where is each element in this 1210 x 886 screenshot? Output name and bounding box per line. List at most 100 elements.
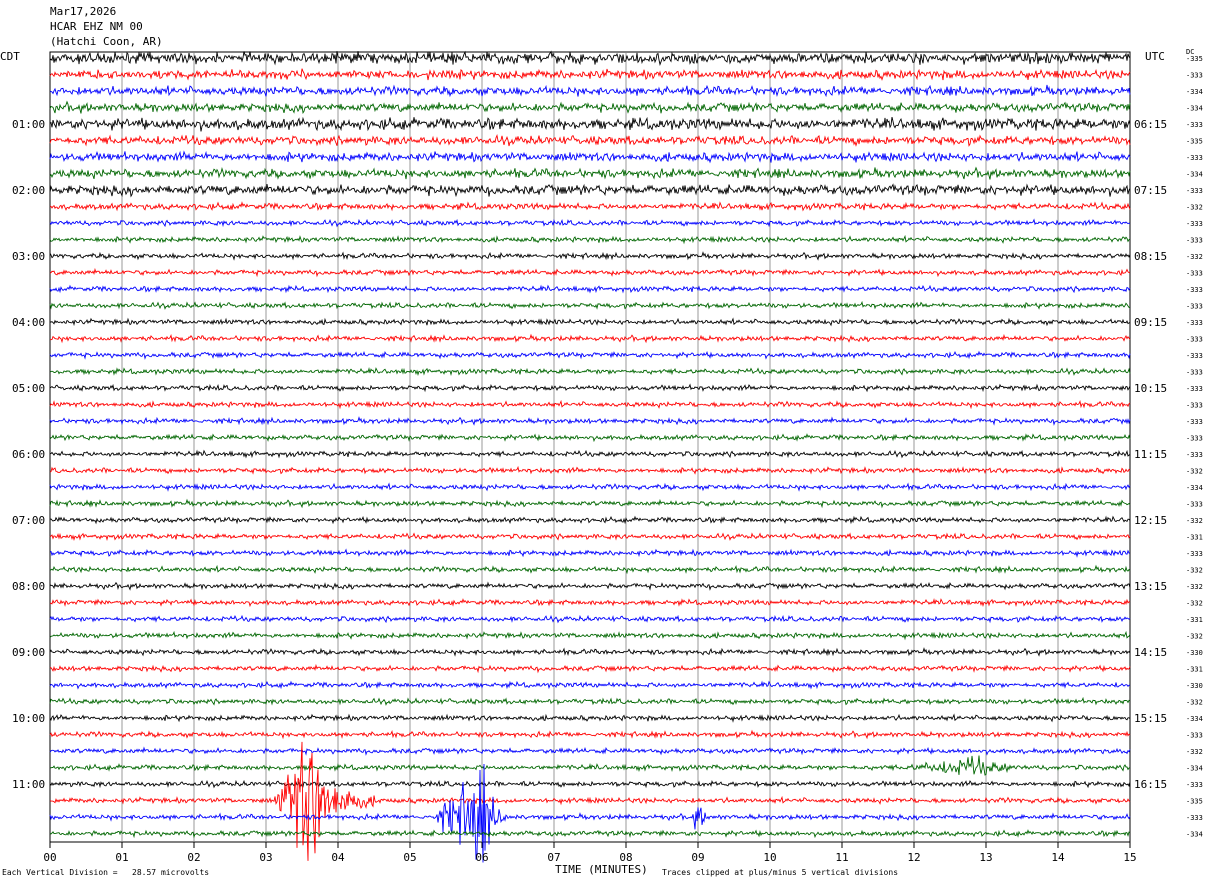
dc-offset-label: -334 — [1186, 715, 1203, 723]
right-hour-label: 09:15 — [1134, 316, 1167, 329]
seismic-trace — [49, 449, 1131, 459]
left-hour-label: 05:00 — [12, 382, 45, 395]
dc-offset-label: -334 — [1186, 105, 1203, 113]
seismic-trace — [49, 84, 1131, 98]
dc-offset-label: -334 — [1186, 484, 1203, 492]
dc-offset-label: -333 — [1186, 270, 1203, 278]
left-hour-label: 04:00 — [12, 316, 45, 329]
dc-offset-label: -332 — [1186, 253, 1203, 261]
seismic-trace — [49, 399, 1131, 410]
dc-offset-label: -332 — [1186, 583, 1203, 591]
dc-offset-label: -332 — [1186, 468, 1203, 476]
seismic-trace — [49, 350, 1131, 360]
dc-offset-label: -332 — [1186, 517, 1203, 525]
right-hour-label: 07:15 — [1134, 184, 1167, 197]
dc-offset-label: -332 — [1186, 633, 1203, 641]
dc-offset-label: -335 — [1186, 138, 1203, 146]
seismic-trace — [49, 755, 1131, 776]
dc-offset-label: -335 — [1186, 55, 1203, 63]
seismic-trace — [49, 713, 1131, 723]
left-hour-label: 09:00 — [12, 646, 45, 659]
x-axis-label: TIME (MINUTES) — [555, 863, 648, 876]
dc-offset-label: -333 — [1186, 732, 1203, 740]
seismic-trace — [49, 251, 1131, 261]
seismic-trace — [49, 581, 1131, 591]
x-tick-label: 00 — [43, 851, 56, 864]
x-tick-label: 15 — [1123, 851, 1136, 864]
seismic-trace — [49, 564, 1131, 575]
dc-offset-label: -332 — [1186, 699, 1203, 707]
helicorder-plot: -335 -333 -334 -334 -333 -335 -333 -334 -333 -332… — [12, 50, 1203, 864]
dc-offset-label: -332 — [1186, 600, 1203, 608]
dc-offset-label: -333 — [1186, 237, 1203, 245]
seismic-trace — [49, 317, 1131, 327]
dc-offset-label: -333 — [1186, 402, 1203, 410]
x-tick-label: 10 — [763, 851, 776, 864]
seismic-trace — [49, 433, 1131, 443]
dc-offset-label: -333 — [1186, 286, 1203, 294]
seismic-trace — [49, 465, 1131, 475]
clip-note: Traces clipped at plus/minus 5 vertical … — [662, 868, 899, 877]
x-tick-label: 14 — [1051, 851, 1065, 864]
seismic-trace — [49, 729, 1131, 740]
seismic-trace — [49, 548, 1131, 558]
seismic-trace — [49, 663, 1131, 674]
seismic-trace — [49, 482, 1131, 492]
seismic-trace — [50, 333, 1131, 344]
seismic-trace — [49, 201, 1131, 212]
seismic-trace — [49, 647, 1131, 657]
dc-offset-label: -333 — [1186, 352, 1203, 360]
dc-offset-label: -333 — [1186, 435, 1203, 443]
right-hour-label: 12:15 — [1134, 514, 1167, 527]
dc-offset-label: -333 — [1186, 501, 1203, 509]
dc-offset-label: -333 — [1186, 154, 1203, 162]
right-hour-label: 14:15 — [1134, 646, 1167, 659]
dc-offset-label: -333 — [1186, 550, 1203, 558]
seismic-trace — [49, 515, 1131, 525]
seismic-trace — [49, 383, 1131, 393]
left-hour-label: 03:00 — [12, 250, 45, 263]
dc-offset-label: -333 — [1186, 187, 1203, 195]
right-hour-label: 10:15 — [1134, 382, 1167, 395]
seismic-trace — [49, 166, 1131, 180]
dc-offset-label: -333 — [1186, 319, 1203, 327]
dc-offset-label: -333 — [1186, 220, 1203, 228]
right-hour-label: 06:15 — [1134, 118, 1167, 131]
x-tick-label: 03 — [259, 851, 272, 864]
seismic-trace — [49, 116, 1131, 132]
dc-offset-label: -334 — [1186, 765, 1203, 773]
seismic-trace — [49, 150, 1131, 164]
x-tick-label: 12 — [907, 851, 920, 864]
dc-offset-label: -333 — [1186, 369, 1203, 377]
seismic-trace — [49, 763, 1131, 863]
dc-offset-label: -331 — [1186, 666, 1203, 674]
seismic-trace — [49, 50, 1131, 66]
seismic-trace — [49, 532, 1131, 542]
left-hour-label: 07:00 — [12, 514, 45, 527]
left-hour-label: 11:00 — [12, 778, 45, 791]
seismic-trace — [49, 598, 1131, 608]
seismic-trace — [49, 367, 1131, 377]
dc-offset-label: -333 — [1186, 72, 1203, 80]
seismic-trace — [49, 696, 1131, 706]
seismic-trace — [49, 218, 1131, 228]
dc-offset-label: -332 — [1186, 748, 1203, 756]
right-hour-label: 08:15 — [1134, 250, 1167, 263]
right-hour-label: 16:15 — [1134, 778, 1167, 791]
dc-offset-label: -335 — [1186, 798, 1203, 806]
seismic-trace — [49, 746, 1131, 756]
seismic-trace — [49, 234, 1131, 245]
seismic-trace — [49, 630, 1131, 641]
seismic-trace — [49, 680, 1131, 690]
dc-offset-label: -330 — [1186, 649, 1203, 657]
dc-offset-label: -332 — [1186, 567, 1203, 575]
dc-offset-label: -333 — [1186, 303, 1203, 311]
scale-note: Each Vertical Division = 28.57 microvolt… — [2, 868, 210, 877]
seismic-trace — [49, 100, 1131, 115]
seismic-trace — [49, 267, 1131, 278]
left-hour-label: 06:00 — [12, 448, 45, 461]
right-hour-label: 15:15 — [1134, 712, 1167, 725]
dc-offset-label: -333 — [1186, 385, 1203, 393]
left-hour-label: 02:00 — [12, 184, 45, 197]
x-tick-label: 05 — [403, 851, 416, 864]
